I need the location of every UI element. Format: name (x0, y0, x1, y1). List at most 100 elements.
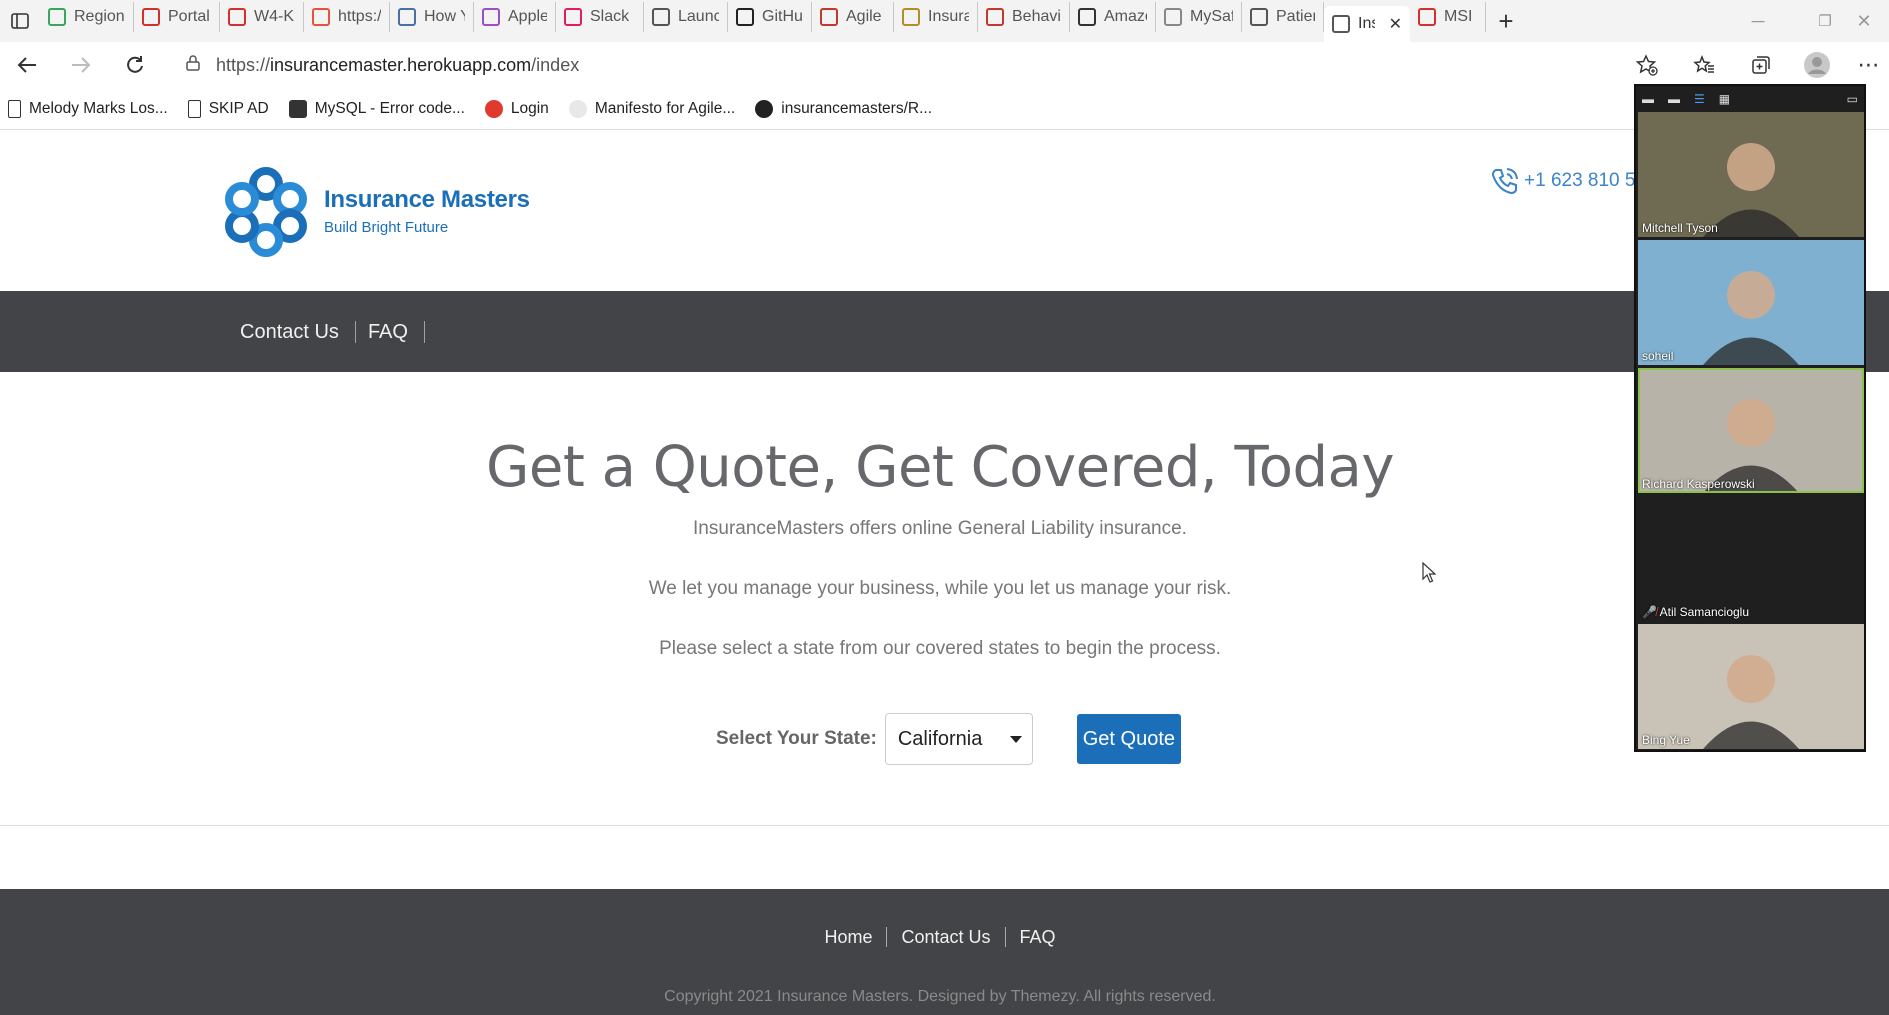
forward-arrow-icon (72, 57, 91, 73)
phone-number: +1 623 810 52 (1524, 170, 1647, 191)
tab-title: Apple (508, 8, 547, 25)
bookmark-label: SKIP AD (208, 99, 269, 117)
bookmark-label: Melody Marks Los... (29, 99, 168, 117)
page-icon (8, 99, 21, 118)
participant-video-tile[interactable]: soheil (1638, 240, 1864, 365)
bookmark-item[interactable]: Manifesto for Agile... (568, 99, 735, 118)
bookmark-label: insurancemasters/R... (781, 99, 932, 117)
participant-silhouette-icon (1703, 655, 1799, 749)
site-header: Insurance Masters Build Bright Future +1… (0, 130, 1889, 291)
participant-video-tile[interactable]: Mitchell Tyson (1638, 112, 1864, 237)
nav-link[interactable]: Contact Us (228, 320, 356, 343)
profile-avatar[interactable] (1790, 42, 1844, 88)
triangle-icon (48, 8, 66, 26)
m-icon (902, 8, 920, 26)
participant-video-tile[interactable]: Richard Kasperowski (1638, 368, 1864, 493)
participant-silhouette-icon (1703, 143, 1799, 237)
back-button[interactable] (0, 42, 54, 88)
new-tab-button[interactable]: + (1486, 0, 1526, 42)
browser-tab[interactable]: GitHub (728, 2, 812, 32)
footer-link[interactable]: FAQ (1006, 927, 1070, 947)
video-call-panel[interactable]: ▬ ▬ ☰ ▦ ▭ Mitchell Tyson soheil Richard Ka… (1634, 84, 1866, 752)
browser-tab[interactable]: https:/ (304, 2, 390, 32)
close-tab-icon[interactable]: ✕ (1389, 14, 1402, 34)
browser-tab[interactable]: Amazo (1070, 2, 1156, 32)
video-panel-toolbar: ▬ ▬ ☰ ▦ ▭ (1636, 86, 1864, 112)
browser-tab[interactable]: Region (40, 2, 134, 32)
copyright: Copyright 2021 Insurance Masters. Design… (664, 988, 1216, 1005)
main-nav: Contact Us FAQ (0, 291, 1889, 372)
state-select-value: California (897, 727, 983, 750)
add-favorite-button[interactable] (1620, 42, 1674, 88)
browser-tab[interactable]: Apple (474, 2, 556, 32)
browser-tab[interactable]: Portal (134, 2, 220, 32)
participant-name-label: Bing Yue (1642, 733, 1690, 747)
star-add-icon (1636, 54, 1658, 76)
bookmark-item[interactable]: SKIP AD (187, 99, 269, 118)
tab-title: Agile S (846, 8, 885, 25)
bookmark-item[interactable]: insurancemasters/R... (755, 99, 932, 118)
bookmark-item[interactable]: Login (484, 99, 549, 118)
caret-down-icon (1009, 735, 1022, 743)
phone-contact[interactable]: +1 623 810 52 (1490, 166, 1646, 196)
participant-video-tile[interactable]: Bing Yue (1638, 624, 1864, 749)
tab-title: https:/ (338, 8, 381, 25)
refresh-button[interactable] (108, 42, 162, 88)
minimize-panel-icon[interactable]: ▬ (1642, 92, 1654, 106)
browser-tab[interactable]: Ins ✕ (1324, 6, 1410, 42)
eq-icon (312, 8, 330, 26)
footer-link[interactable]: Home (810, 927, 888, 947)
tab-title: Region (74, 8, 125, 25)
tab-actions-icon[interactable] (0, 0, 40, 42)
collections-button[interactable] (1734, 42, 1788, 88)
web-page: Insurance Masters Build Bright Future +1… (0, 130, 1889, 1015)
browser-tab[interactable]: Slack | (556, 2, 644, 32)
participant-video-tile[interactable]: 🎤̸ Atil Samancioglu (1638, 496, 1864, 621)
forward-button[interactable] (54, 42, 108, 88)
ellipsis-icon: ⋯ (1857, 52, 1880, 77)
browser-tab[interactable]: Launch (644, 2, 728, 32)
wheel-icon (986, 8, 1004, 26)
brand-name[interactable]: Insurance Masters (324, 186, 530, 214)
participant-silhouette-icon (1703, 271, 1799, 365)
insurance-masters-logo-icon (225, 167, 307, 257)
tab-title: Insuran (928, 8, 969, 25)
tab-title: Behavi (1012, 8, 1061, 25)
minimize-button[interactable]: ─ (1728, 0, 1788, 42)
hero-line-3: Please select a state from our covered s… (659, 638, 1221, 659)
browser-tab[interactable]: Patient (1242, 2, 1324, 32)
browser-tab[interactable]: MSI M (1410, 2, 1486, 32)
tab-title: W4-KR (254, 8, 295, 25)
footer-link[interactable]: Contact Us (887, 927, 1006, 947)
browser-tab[interactable]: W4-KR (220, 2, 304, 32)
nav-link[interactable]: FAQ (356, 320, 425, 343)
hero-line-2: We let you manage your business, while y… (648, 578, 1232, 599)
state-select[interactable]: California (884, 713, 1033, 765)
bookmark-item[interactable]: Melody Marks Los... (8, 99, 168, 118)
close-window-button[interactable]: ✕ (1839, 0, 1889, 42)
browser-tab[interactable]: How Yo (390, 2, 474, 32)
gallery-view-icon[interactable]: ▦ (1719, 92, 1730, 106)
tab-title: Slack | (590, 8, 635, 25)
participant-name-label: soheil (1642, 349, 1674, 363)
divider (0, 825, 1889, 826)
browser-tab[interactable]: Behavi (978, 2, 1070, 32)
muted-mic-icon: 🎤̸ (1642, 605, 1660, 619)
favorites-button[interactable] (1677, 42, 1731, 88)
bookmark-label: MySQL - Error code... (314, 99, 465, 117)
exit-panel-icon[interactable]: ▭ (1847, 92, 1858, 106)
strip-view-icon[interactable]: ☰ (1694, 92, 1705, 106)
url-field[interactable]: https://insurancemaster.herokuapp.com/in… (172, 48, 1648, 82)
bookmark-label: Login (510, 99, 549, 117)
url-path: /index (531, 54, 580, 75)
browser-tab[interactable]: MySafe (1156, 2, 1242, 32)
mysql-icon (288, 99, 307, 118)
more-menu-button[interactable]: ⋯ (1848, 42, 1889, 88)
speaker-view-icon[interactable]: ▬ (1668, 92, 1680, 106)
bookmark-item[interactable]: MySQL - Error code... (288, 99, 465, 118)
msi-shield-icon (1418, 8, 1436, 26)
browser-tab[interactable]: Agile S (812, 2, 894, 32)
get-quote-button[interactable]: Get Quote (1076, 714, 1181, 764)
browser-tab[interactable]: Insuran (894, 2, 978, 32)
github-icon (755, 99, 774, 118)
